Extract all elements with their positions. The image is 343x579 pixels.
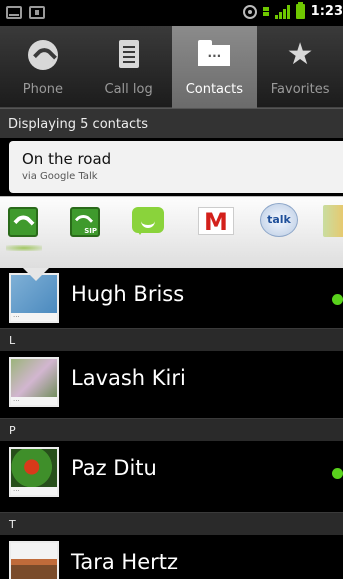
maps-icon[interactable]	[323, 205, 343, 237]
tab-label: Favorites	[270, 82, 330, 97]
gmail-icon[interactable]: M	[198, 207, 234, 236]
phone-icon	[27, 40, 58, 70]
sms-icon[interactable]	[132, 207, 164, 235]
online-presence-icon	[332, 294, 343, 305]
gps-icon	[242, 4, 257, 19]
photo-label: ···	[11, 487, 57, 495]
notification-icon	[29, 6, 45, 19]
selection-glow	[6, 245, 42, 251]
tab-favorites[interactable]: ★ Favorites	[257, 26, 343, 108]
contact-name: Tara Hertz	[71, 550, 178, 574]
phone-call-icon[interactable]	[8, 207, 38, 237]
call-log-icon	[118, 40, 139, 68]
contacts-count: Displaying 5 contacts	[0, 108, 343, 138]
signal-icon	[274, 4, 290, 19]
contact-row-lavash-kiri[interactable]: ··· Lavash Kiri	[0, 352, 343, 412]
tab-contacts[interactable]: Contacts	[171, 26, 258, 108]
contact-photo[interactable]: ···	[9, 357, 59, 407]
tab-call-log[interactable]: Call log	[86, 26, 172, 108]
contact-list[interactable]: ··· Hugh Briss L ··· Lavash Kiri P ··· P…	[0, 268, 343, 579]
quick-actions-bar: M talk	[0, 196, 343, 268]
online-presence-icon	[332, 468, 343, 479]
network-icon	[262, 7, 269, 16]
status-message: On the road	[22, 150, 112, 168]
star-icon: ★	[286, 37, 314, 72]
section-header-t: T	[0, 512, 343, 535]
photo-label: ···	[11, 313, 57, 321]
contact-photo[interactable]: ···	[9, 447, 59, 497]
tab-bar: Phone Call log Contacts ★ Favorites	[0, 26, 343, 108]
tab-label: Phone	[22, 82, 64, 97]
battery-icon	[295, 2, 305, 19]
mail-icon	[6, 6, 22, 19]
status-source: via Google Talk	[22, 171, 98, 182]
contact-name: Hugh Briss	[71, 282, 185, 306]
talk-icon[interactable]: talk	[260, 203, 298, 237]
photo-label: ···	[11, 397, 57, 405]
clock: 1:23	[310, 4, 343, 19]
contacts-folder-icon	[198, 40, 231, 66]
contact-row-tara-hertz[interactable]: ··· Tara Hertz	[0, 536, 343, 579]
tab-phone[interactable]: Phone	[0, 26, 86, 108]
section-header-p: P	[0, 418, 343, 441]
contact-row-paz-ditu[interactable]: ··· Paz Ditu	[0, 442, 343, 502]
tab-label: Call log	[104, 82, 153, 97]
contact-row-hugh-briss[interactable]: ··· Hugh Briss	[0, 268, 343, 328]
status-bar: 1:23	[0, 0, 343, 26]
tab-label: Contacts	[185, 82, 244, 97]
contact-photo[interactable]: ···	[9, 541, 59, 579]
contact-name: Paz Ditu	[71, 456, 157, 480]
section-header-l: L	[0, 328, 343, 351]
contact-name: Lavash Kiri	[71, 366, 186, 390]
status-card[interactable]: On the road via Google Talk	[9, 141, 343, 193]
quick-contact-pointer	[22, 268, 50, 281]
sip-call-icon[interactable]	[70, 207, 100, 237]
